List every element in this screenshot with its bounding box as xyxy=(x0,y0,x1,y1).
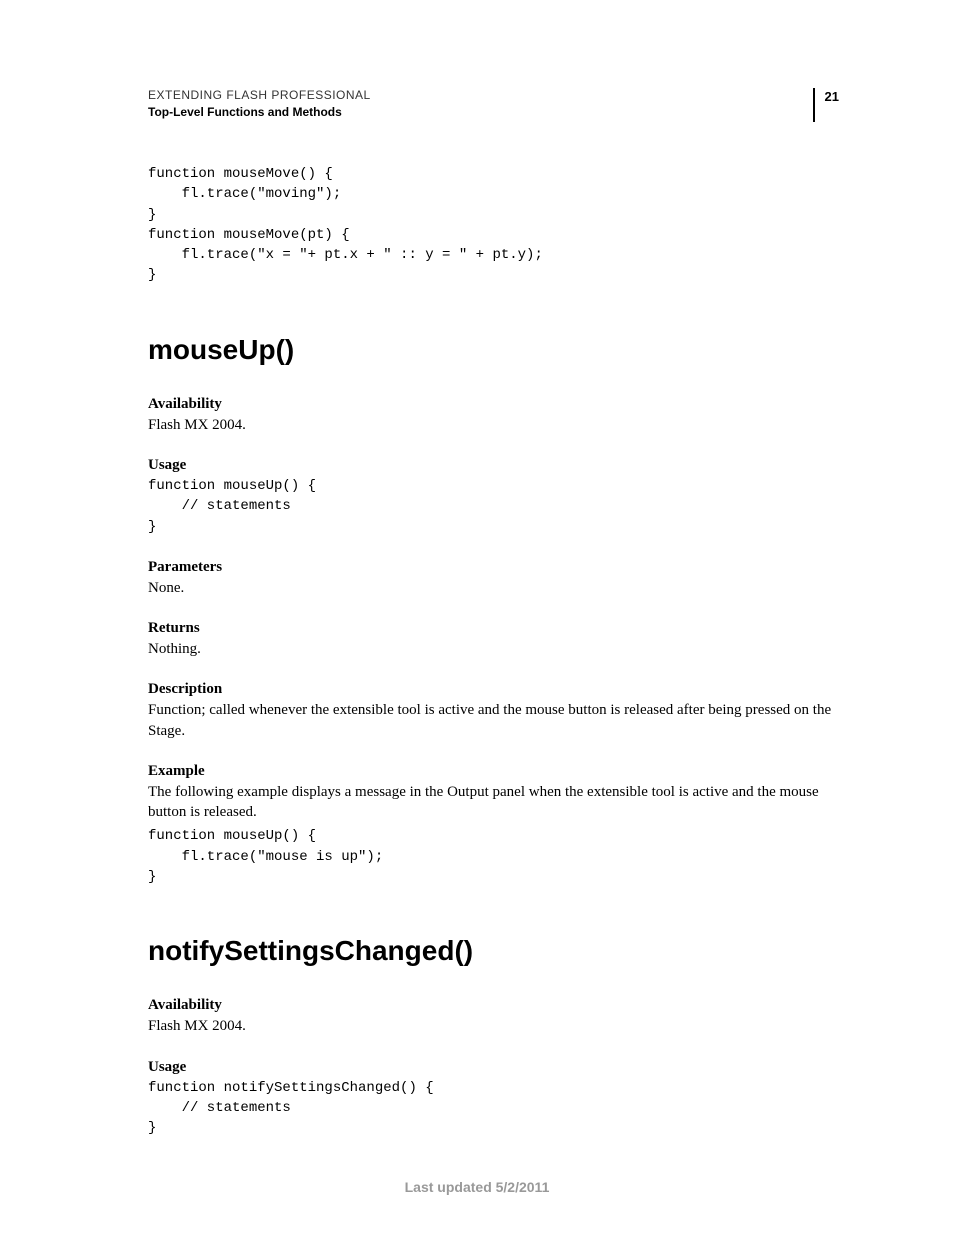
example-code: function mouseUp() { fl.trace("mouse is … xyxy=(148,826,839,887)
description-text: Function; called whenever the extensible… xyxy=(148,700,839,741)
header-subtitle: Top-Level Functions and Methods xyxy=(148,105,813,119)
usage-label: Usage xyxy=(148,457,839,474)
page-header: EXTENDING FLASH PROFESSIONAL Top-Level F… xyxy=(148,88,839,122)
returns-text: Nothing. xyxy=(148,639,839,659)
parameters-label: Parameters xyxy=(148,559,839,576)
availability-label-2: Availability xyxy=(148,997,839,1014)
example-text: The following example displays a message… xyxy=(148,782,839,823)
availability-text: Flash MX 2004. xyxy=(148,415,839,435)
availability-text-2: Flash MX 2004. xyxy=(148,1016,839,1036)
top-code-block: function mouseMove() { fl.trace("moving"… xyxy=(148,164,839,286)
usage-code: function mouseUp() { // statements } xyxy=(148,476,839,537)
page-number: 21 xyxy=(825,88,839,122)
section-heading-mouseup: mouseUp() xyxy=(148,334,839,366)
header-left: EXTENDING FLASH PROFESSIONAL Top-Level F… xyxy=(148,88,813,119)
returns-label: Returns xyxy=(148,620,839,637)
page-divider xyxy=(813,88,815,122)
description-label: Description xyxy=(148,681,839,698)
section-heading-notifysettingschanged: notifySettingsChanged() xyxy=(148,935,839,967)
page-content: EXTENDING FLASH PROFESSIONAL Top-Level F… xyxy=(0,0,954,1138)
availability-label: Availability xyxy=(148,396,839,413)
footer-text: Last updated 5/2/2011 xyxy=(0,1179,954,1195)
usage-label-2: Usage xyxy=(148,1059,839,1076)
example-label: Example xyxy=(148,763,839,780)
page-number-wrap: 21 xyxy=(813,88,839,122)
header-title: EXTENDING FLASH PROFESSIONAL xyxy=(148,88,813,102)
parameters-text: None. xyxy=(148,578,839,598)
usage-code-2: function notifySettingsChanged() { // st… xyxy=(148,1078,839,1139)
